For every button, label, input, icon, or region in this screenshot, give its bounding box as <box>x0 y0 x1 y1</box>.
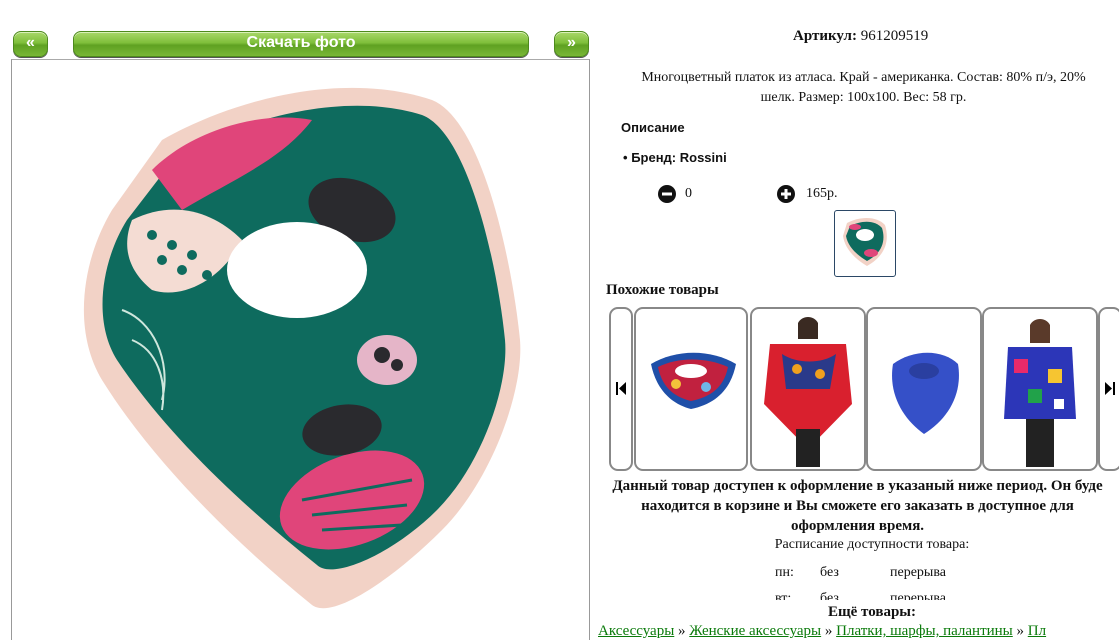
schedule-title: Расписание доступности товара: <box>774 537 970 552</box>
breadcrumb-separator: » <box>1016 623 1025 639</box>
similar-product-photo <box>892 352 959 434</box>
download-photo-button[interactable]: Скачать фото <box>73 31 529 57</box>
schedule-day: пн: <box>775 565 794 580</box>
availability-line-2: находится в корзине и Вы сможете его зак… <box>641 498 1074 514</box>
carousel-next-button[interactable] <box>1098 307 1119 471</box>
similar-product-card[interactable] <box>750 307 866 471</box>
schedule-day: вт: <box>775 591 792 600</box>
skip-back-icon <box>616 382 626 395</box>
article-label: Артикул: <box>793 28 857 44</box>
schedule-to: перерыва <box>890 565 946 580</box>
skip-forward-icon <box>1105 382 1115 395</box>
section-title-description: Описание <box>621 120 685 135</box>
similar-products-title: Похожие товары <box>606 282 719 298</box>
prev-photo-button[interactable]: « <box>13 31 48 57</box>
bullet: • <box>623 150 628 165</box>
product-image-frame <box>11 59 590 640</box>
brand-text: Бренд: Rossini <box>631 150 727 165</box>
quantity-value: 0 <box>685 186 692 201</box>
article-line: Артикул: 961209519 <box>793 28 928 45</box>
next-photo-button[interactable]: » <box>554 31 589 57</box>
brand-list-item: • Бренд: Rossini <box>623 150 727 165</box>
availability-line-1: Данный товар доступен к оформление в ука… <box>612 478 1103 494</box>
similar-product-photo <box>764 317 852 467</box>
product-photo-scarf[interactable] <box>12 60 589 640</box>
carousel-prev-button[interactable] <box>609 307 633 471</box>
product-description: Многоцветный платок из атласа. Край - ам… <box>608 68 1119 108</box>
similar-product-card[interactable] <box>982 307 1098 471</box>
breadcrumb-separator: » <box>824 623 833 639</box>
breadcrumb: Аксессуары » Женские аксессуары » Платки… <box>598 623 1046 640</box>
breadcrumb-link[interactable]: Платки, шарфы, палантины <box>836 623 1013 639</box>
minus-circle-icon[interactable] <box>658 185 676 208</box>
plus-circle-icon[interactable] <box>777 185 795 208</box>
similar-product-photo <box>651 352 736 409</box>
breadcrumb-link[interactable]: Женские аксессуары <box>689 623 821 639</box>
article-value: 961209519 <box>860 28 929 44</box>
description-line-1: Многоцветный платок из атласа. Край - ам… <box>641 70 1086 85</box>
price-value: 165р. <box>806 186 838 201</box>
similar-product-photo <box>1004 319 1076 467</box>
availability-line-3: оформления время. <box>790 518 925 534</box>
similar-product-card[interactable] <box>866 307 982 471</box>
similar-product-card[interactable] <box>634 307 748 471</box>
breadcrumb-separator: » <box>678 623 686 639</box>
breadcrumb-link[interactable]: Пл <box>1028 623 1046 639</box>
availability-notice: Данный товар доступен к оформление в ука… <box>596 476 1119 536</box>
schedule-from: без <box>820 565 839 580</box>
product-thumbnail[interactable] <box>834 210 896 277</box>
description-line-2: шелк. Размер: 100x100. Вес: 58 гр. <box>760 90 967 105</box>
schedule-to: перерыва <box>890 591 946 600</box>
breadcrumb-link[interactable]: Аксессуары <box>598 623 674 639</box>
more-products-title: Ещё товары: <box>827 604 917 620</box>
schedule-from: без <box>820 591 839 600</box>
